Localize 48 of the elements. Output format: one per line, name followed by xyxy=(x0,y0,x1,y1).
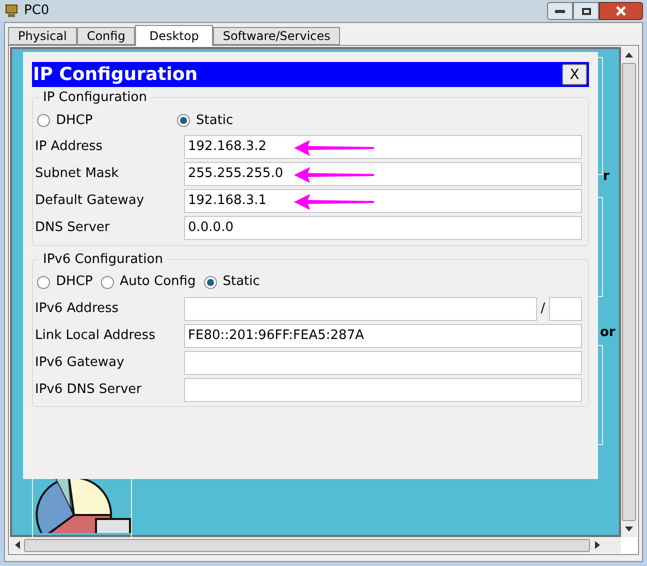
tab[interactable]: Desktop xyxy=(135,25,213,46)
field-label: Link Local Address xyxy=(35,326,156,345)
scroll-thumb[interactable] xyxy=(24,538,590,552)
radio-button[interactable]: Auto Config xyxy=(100,272,196,292)
tab[interactable]: Software/Services xyxy=(212,27,340,45)
left-arrow-icon xyxy=(14,541,20,549)
maximize-button[interactable] xyxy=(573,2,599,20)
input-field[interactable] xyxy=(184,296,537,320)
label-fragment: r xyxy=(603,168,610,186)
close-icon xyxy=(616,6,626,16)
arrow-icon xyxy=(294,167,374,183)
dialog-title: IP Configuration xyxy=(33,63,198,87)
right-arrow-icon xyxy=(594,541,600,549)
tab[interactable]: Config xyxy=(76,27,136,45)
input-field[interactable] xyxy=(549,296,582,320)
field-label: IPv6 Gateway xyxy=(35,354,126,372)
vertical-scrollbar[interactable] xyxy=(621,47,637,537)
scroll-thumb[interactable] xyxy=(622,63,636,521)
arrow-icon xyxy=(294,194,374,210)
input-field[interactable]: 0.0.0.0 xyxy=(184,216,582,240)
label-fragment: or xyxy=(600,324,616,342)
input-field[interactable]: 192.168.3.2 xyxy=(184,135,582,159)
close-button[interactable] xyxy=(599,2,643,20)
horizontal-scrollbar[interactable] xyxy=(10,537,621,553)
radio-button[interactable]: Static xyxy=(204,272,260,292)
radio-button[interactable]: Static xyxy=(177,110,234,130)
input-field[interactable]: 255.255.255.0 xyxy=(184,162,582,186)
group-title: IPv6 Configuration xyxy=(42,250,164,268)
radio-button[interactable]: DHCP xyxy=(37,272,93,292)
separator-text: / xyxy=(540,300,546,318)
window-title: PC0 xyxy=(24,2,50,20)
field-label: IP Address xyxy=(35,138,104,156)
field-label: Default Gateway xyxy=(35,192,146,210)
minimize-button[interactable] xyxy=(547,2,573,20)
tab[interactable]: Physical xyxy=(8,27,77,45)
computer-icon xyxy=(4,3,20,19)
field-label: DNS Server xyxy=(35,219,111,238)
input-field[interactable]: 192.168.3.1 xyxy=(184,189,582,213)
input-field[interactable] xyxy=(184,350,582,374)
close-button[interactable]: X xyxy=(562,64,587,85)
input-field[interactable] xyxy=(184,378,582,402)
field-label: IPv6 DNS Server xyxy=(35,380,143,399)
radio-button[interactable]: DHCP xyxy=(37,110,177,130)
group-title: IP Configuration xyxy=(42,89,148,107)
field-label: Subnet Mask xyxy=(35,165,120,184)
arrow-icon xyxy=(294,140,374,156)
field-label: IPv6 Address xyxy=(35,300,120,318)
input-field[interactable]: FE80::201:96FF:FEA5:287A xyxy=(184,324,582,348)
